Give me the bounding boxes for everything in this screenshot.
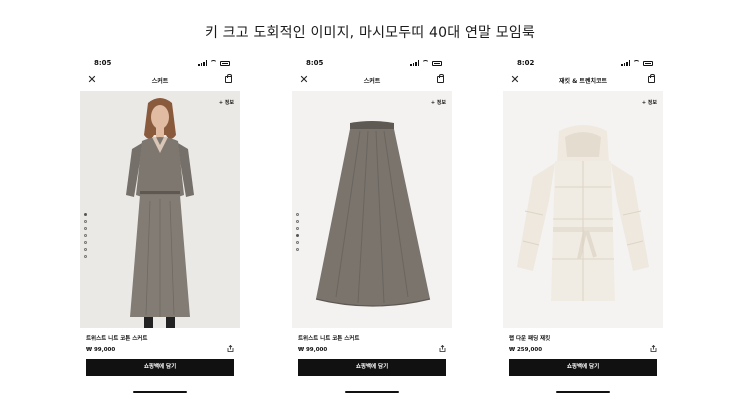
category-title: 스커트 (363, 78, 381, 85)
gallery-indicator (84, 213, 87, 258)
top-navigation: ✕ 스커트 (80, 74, 240, 88)
home-indicator (345, 391, 399, 393)
top-navigation: ✕ 재킷 & 트렌치코트 (503, 74, 663, 88)
product-name: 트위스트 니트 코튼 스커트 (298, 336, 360, 342)
gallery-indicator (296, 213, 299, 251)
gallery-dot[interactable] (84, 220, 87, 223)
battery-icon (220, 60, 230, 66)
gallery-dot[interactable] (296, 220, 299, 223)
category-title: 스커트 (151, 78, 169, 85)
gallery-dot[interactable] (296, 241, 299, 244)
product-price: ₩ 259,000 (509, 347, 543, 353)
add-to-bag-button[interactable]: 쇼핑백에 담기 (298, 359, 446, 376)
home-indicator (133, 391, 187, 393)
gallery-dot[interactable] (84, 234, 87, 237)
gallery-dot[interactable] (84, 213, 87, 216)
status-time: 8:02 (517, 59, 535, 67)
status-time: 8:05 (94, 59, 112, 67)
add-to-bag-button[interactable]: 쇼핑백에 담기 (86, 359, 234, 376)
gallery-dot[interactable] (296, 213, 299, 216)
gallery-dot[interactable] (296, 234, 299, 237)
signal-icon (198, 60, 207, 66)
gallery-dot[interactable] (84, 248, 87, 251)
close-icon[interactable]: ✕ (509, 74, 521, 86)
signal-icon (621, 60, 630, 66)
info-button[interactable]: + 정보 (642, 99, 657, 106)
gallery-dot[interactable] (84, 255, 87, 258)
phone-screen-jacket: 8:02 ✕ 재킷 & 트렌치코트 + 정보 랩 다운 패딩 재킷 ₩ 259,… (503, 54, 663, 400)
cream-belted-down-jacket-image (503, 91, 663, 328)
gallery-dot[interactable] (84, 241, 87, 244)
info-button[interactable]: + 정보 (219, 99, 234, 106)
status-bar: 8:02 (503, 58, 663, 70)
product-image[interactable]: + 정보 (292, 91, 452, 328)
status-time: 8:05 (306, 59, 324, 67)
top-navigation: ✕ 스커트 (292, 74, 452, 88)
product-name: 트위스트 니트 코튼 스커트 (86, 336, 148, 342)
gray-knit-midi-skirt-image (292, 91, 452, 328)
gallery-dot[interactable] (296, 248, 299, 251)
product-name: 랩 다운 패딩 재킷 (509, 336, 551, 342)
signal-icon (410, 60, 419, 66)
page-headline: 키 크고 도회적인 이미지, 마시모두띠 40대 연말 모임룩 (204, 25, 536, 41)
category-title: 재킷 & 트렌치코트 (558, 78, 608, 85)
share-icon[interactable] (227, 345, 234, 352)
product-price: ₩ 99,000 (298, 347, 328, 353)
close-icon[interactable]: ✕ (86, 74, 98, 86)
model-wearing-gray-knit-dress-image (80, 91, 240, 328)
add-to-bag-button[interactable]: 쇼핑백에 담기 (509, 359, 657, 376)
shopping-bag-icon[interactable] (225, 74, 232, 83)
share-icon[interactable] (439, 345, 446, 352)
status-bar: 8:05 (80, 58, 240, 70)
wifi-icon (422, 60, 429, 66)
close-icon[interactable]: ✕ (298, 74, 310, 86)
info-button[interactable]: + 정보 (431, 99, 446, 106)
wifi-icon (633, 60, 640, 66)
gallery-dot[interactable] (296, 227, 299, 230)
wifi-icon (210, 60, 217, 66)
phone-screen-dress: 8:05 ✕ 스커트 + 정보 트위스트 니트 코튼 스커트 ₩ 99,000 … (80, 54, 240, 400)
product-price: ₩ 99,000 (86, 347, 116, 353)
home-indicator (556, 391, 610, 393)
shopping-bag-icon[interactable] (648, 74, 655, 83)
product-image[interactable]: + 정보 (80, 91, 240, 328)
phone-screen-skirt: 8:05 ✕ 스커트 + 정보 트위스트 니트 코튼 스커트 ₩ 99,000 … (292, 54, 452, 400)
share-icon[interactable] (650, 345, 657, 352)
battery-icon (643, 60, 653, 66)
shopping-bag-icon[interactable] (437, 74, 444, 83)
gallery-dot[interactable] (84, 227, 87, 230)
battery-icon (432, 60, 442, 66)
product-image[interactable]: + 정보 (503, 91, 663, 328)
status-bar: 8:05 (292, 58, 452, 70)
